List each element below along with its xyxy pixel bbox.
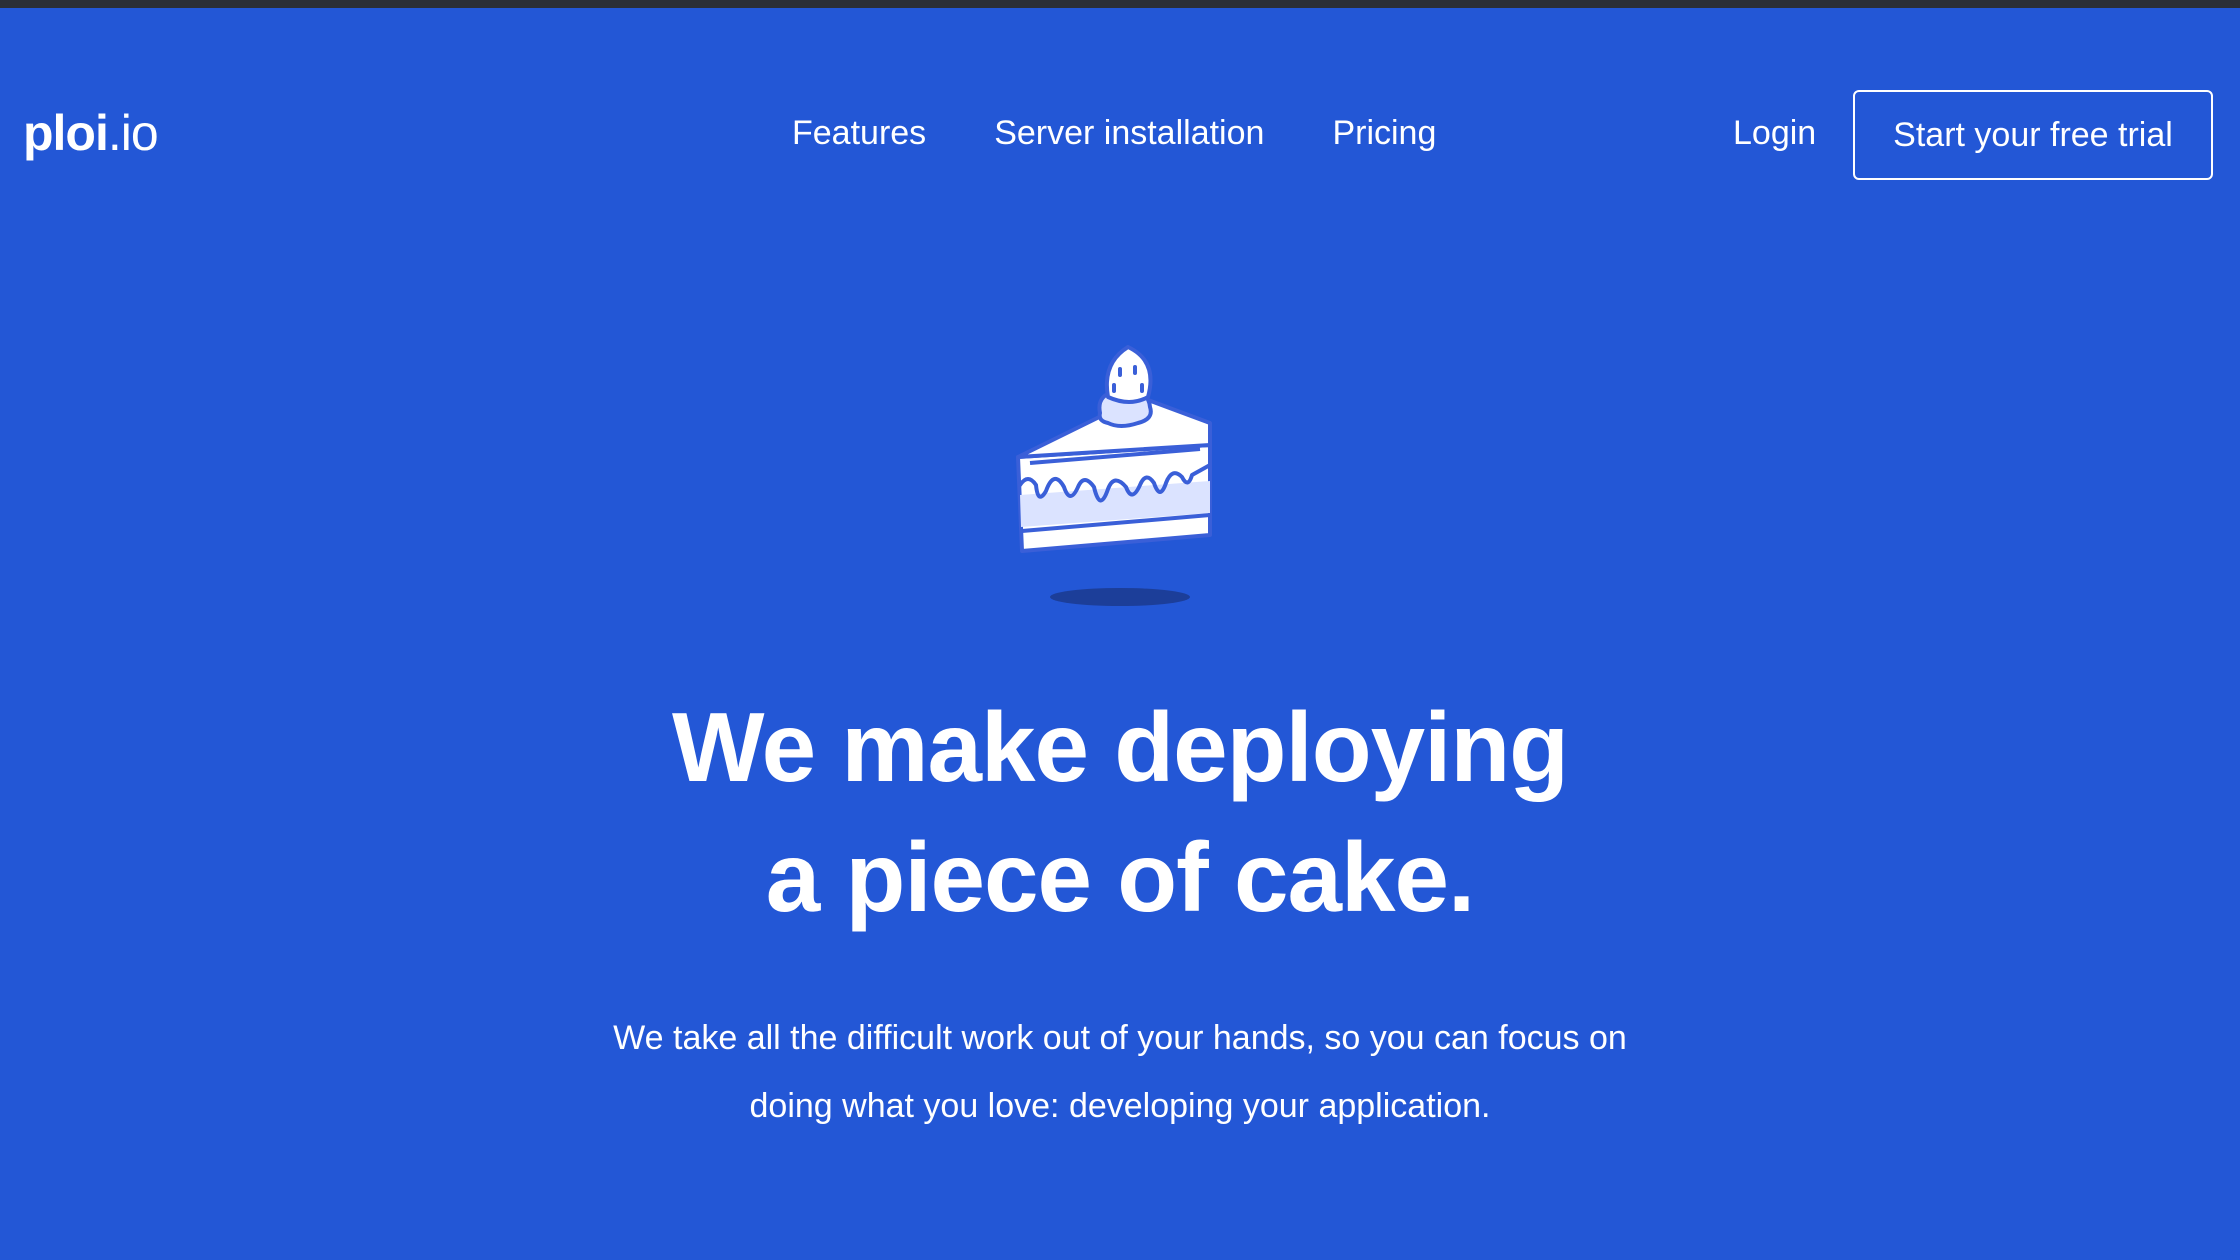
hero-subtext: We take all the difficult work out of yo…	[0, 1004, 2240, 1140]
top-navigation: ploi.io Features Server installation Pri…	[0, 8, 2240, 268]
logo-tld: .io	[107, 105, 159, 161]
subtext-line-2: doing what you love: developing your app…	[749, 1087, 1491, 1125]
subtext-line-1: We take all the difficult work out of yo…	[613, 1019, 1627, 1057]
browser-top-strip	[0, 0, 2240, 8]
start-free-trial-button[interactable]: Start your free trial	[1853, 90, 2213, 180]
hero-headline: We make deploying a piece of cake.	[0, 682, 2240, 942]
site-logo[interactable]: ploi.io	[23, 105, 159, 161]
nav-link-pricing[interactable]: Pricing	[1332, 116, 1436, 150]
nav-link-server-installation[interactable]: Server installation	[994, 116, 1264, 150]
login-link[interactable]: Login	[1733, 116, 1816, 150]
headline-line-1: We make deploying	[671, 692, 1569, 802]
nav-link-features[interactable]: Features	[792, 116, 926, 150]
logo-name: ploi	[23, 105, 109, 161]
cake-slice-icon	[1016, 345, 1212, 606]
main-menu: Features Server installation Pricing	[792, 116, 1436, 150]
headline-line-2: a piece of cake.	[765, 822, 1476, 932]
